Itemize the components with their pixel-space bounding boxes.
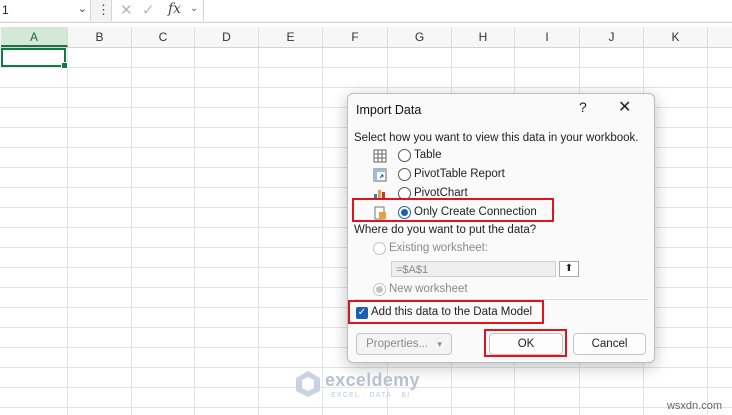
grid-column-line [131, 48, 132, 415]
column-header-b[interactable]: B [68, 27, 132, 47]
active-cell[interactable] [1, 48, 68, 69]
fill-handle[interactable] [61, 62, 68, 69]
exceldemy-logo-icon [296, 371, 320, 397]
insert-function-icon[interactable]: fx [168, 1, 181, 17]
pivottable-icon [373, 168, 387, 182]
grid-row-line [0, 67, 732, 68]
formula-bar: 1 ⌄ ⋮ ✕ ✓ fx ⌄ [0, 0, 732, 23]
close-button[interactable]: ✕ [618, 97, 631, 117]
column-header-c[interactable]: C [132, 27, 195, 47]
location-prompt: Where do you want to put the data? [354, 224, 537, 236]
enter-icon[interactable]: ✓ [142, 1, 155, 19]
chevron-down-icon: ▾ [437, 339, 442, 349]
table-icon [373, 149, 387, 163]
cancel-icon[interactable]: ✕ [120, 1, 133, 19]
new-worksheet-label[interactable]: New worksheet [389, 283, 468, 295]
option-pivottable-label[interactable]: PivotTable Report [414, 168, 505, 180]
column-header-g[interactable]: G [388, 27, 452, 47]
formula-input[interactable] [204, 0, 732, 21]
reference-input[interactable]: =$A$1 [391, 261, 556, 277]
column-header-j[interactable]: J [580, 27, 644, 47]
highlight-data-model [348, 300, 544, 324]
cancel-button[interactable]: Cancel [573, 333, 646, 355]
import-data-dialog: Import Data ? ✕ Select how you want to v… [347, 93, 655, 363]
column-header-row: ABCDEFGHIJK [0, 27, 732, 48]
dialog-title: Import Data [356, 103, 422, 117]
watermark-tagline: EXCEL · DATA · BI [331, 392, 411, 399]
radio-new-worksheet[interactable] [373, 283, 386, 296]
grid-column-line [258, 48, 259, 415]
exceldemy-watermark: exceldemy EXCEL · DATA · BI [295, 368, 445, 402]
column-header-e[interactable]: E [259, 27, 323, 47]
properties-label: Properties... [366, 338, 429, 350]
grid-column-line [322, 48, 323, 415]
existing-worksheet-label[interactable]: Existing worksheet: [389, 242, 488, 254]
column-header-f[interactable]: F [323, 27, 388, 47]
properties-button[interactable]: Properties... ▾ [356, 333, 452, 355]
grid-row-line [0, 87, 732, 88]
chevron-down-icon[interactable]: ⌄ [190, 3, 198, 14]
name-box-value: 1 [2, 3, 9, 17]
highlight-ok-button [484, 329, 567, 357]
watermark-name: exceldemy [325, 370, 420, 390]
radio-existing-worksheet[interactable] [373, 242, 386, 255]
highlight-connection-option [352, 198, 554, 222]
grid-row-line [0, 407, 732, 408]
column-header-d[interactable]: D [195, 27, 259, 47]
column-header-k[interactable]: K [644, 27, 708, 47]
radio-pivottable[interactable] [398, 168, 411, 181]
radio-table[interactable] [398, 149, 411, 162]
grid-column-line [707, 48, 708, 415]
name-box[interactable]: 1 ⌄ [0, 0, 91, 21]
more-options-icon[interactable]: ⋮ [97, 2, 110, 18]
help-button[interactable]: ? [579, 99, 587, 115]
formula-controls: ✕ ✓ fx ⌄ [111, 0, 204, 21]
site-label: wsxdn.com [666, 400, 722, 412]
column-header-i[interactable]: I [515, 27, 580, 47]
column-header-h[interactable]: H [452, 27, 515, 47]
collapse-dialog-button[interactable]: ⬆ [559, 261, 579, 277]
grid-column-line [67, 48, 68, 415]
view-prompt: Select how you want to view this data in… [354, 132, 639, 144]
grid-column-line [194, 48, 195, 415]
column-header-a[interactable]: A [1, 27, 68, 47]
chevron-down-icon[interactable]: ⌄ [78, 2, 87, 15]
option-table-label[interactable]: Table [414, 149, 442, 161]
